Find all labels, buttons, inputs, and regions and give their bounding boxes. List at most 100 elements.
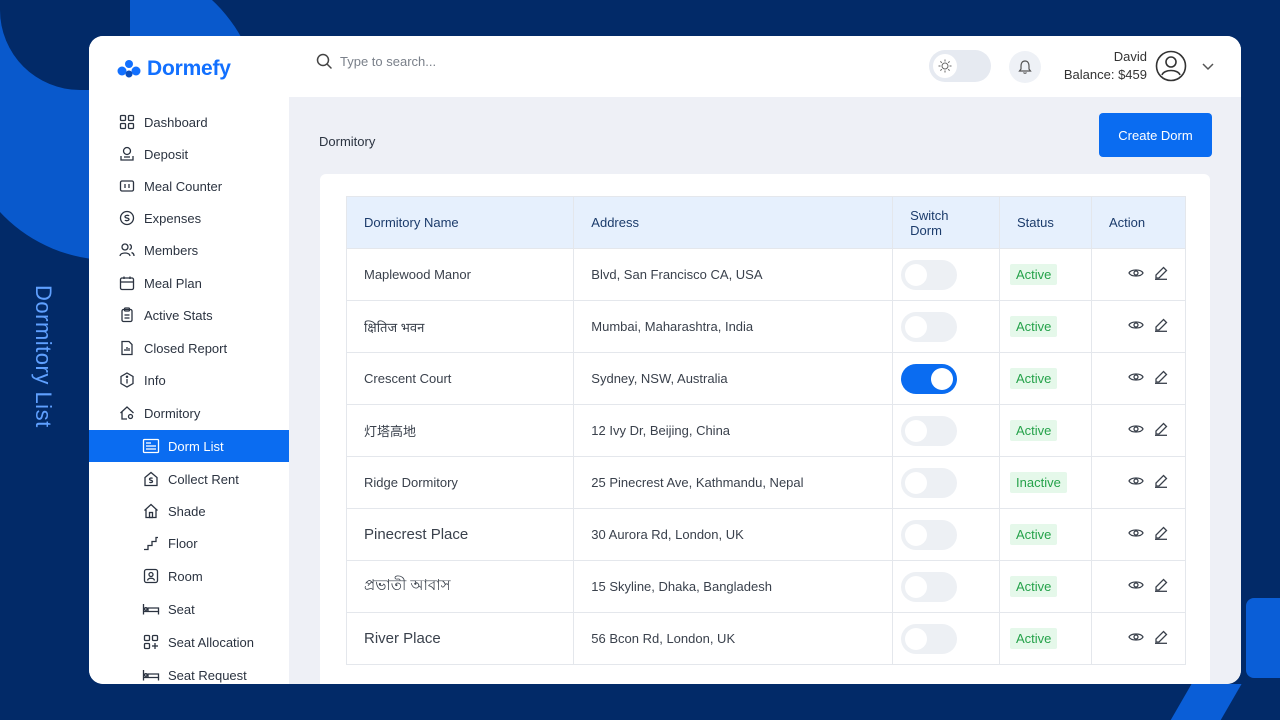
table-row: 灯塔高地 12 Ivy Dr, Beijing, China Active: [345, 404, 1187, 457]
deposit-icon: [118, 145, 136, 163]
sidebar-item-label: Members: [144, 242, 199, 258]
column-header[interactable]: Address: [573, 196, 894, 249]
sidebar-item-label: Shade: [168, 503, 206, 519]
switch-dorm-toggle[interactable]: [901, 467, 958, 498]
dorm-name-cell: 灯塔高地: [345, 404, 575, 457]
column-header[interactable]: Action: [1090, 196, 1187, 249]
column-header[interactable]: Switch Dorm: [892, 196, 1001, 249]
chevron-down-icon[interactable]: [1201, 60, 1215, 72]
status-cell: Active: [999, 248, 1092, 301]
address-cell: 30 Aurora Rd, London, UK: [573, 508, 894, 561]
view-icon[interactable]: [1128, 267, 1144, 282]
members-icon: [118, 241, 136, 259]
create-dorm-button[interactable]: Create Dorm: [1099, 113, 1212, 157]
sidebar-item-label: Expenses: [144, 210, 202, 226]
bed-icon: [142, 600, 160, 618]
edit-icon[interactable]: [1154, 370, 1168, 387]
sidebar-item-info[interactable]: Info: [89, 364, 289, 396]
edit-icon[interactable]: [1154, 630, 1168, 647]
dorm-table-card: Dormitory Name Address Switch Dorm Statu…: [320, 174, 1210, 684]
sidebar-item-seat-allocation[interactable]: Seat Allocation: [89, 626, 289, 658]
sidebar-item-dorm-list[interactable]: Dorm List: [89, 430, 289, 462]
rent-icon: [142, 470, 160, 488]
view-icon[interactable]: [1128, 475, 1144, 490]
stairs-icon: [142, 534, 160, 552]
sidebar-item-collect-rent[interactable]: Collect Rent: [89, 463, 289, 495]
app-window: Dormefy Type to search... David Balance:…: [89, 36, 1241, 684]
clipboard-icon: [118, 306, 136, 324]
view-icon[interactable]: [1128, 579, 1144, 594]
edit-icon[interactable]: [1154, 266, 1168, 283]
report-icon: [118, 339, 136, 357]
sidebar-item-members[interactable]: Members: [89, 234, 289, 266]
address-cell: 56 Bcon Rd, London, UK: [573, 612, 894, 665]
switch-dorm-toggle[interactable]: [901, 363, 958, 394]
switch-dorm-toggle[interactable]: [901, 571, 958, 602]
toggle-knob: [905, 263, 928, 286]
search-bar[interactable]: [316, 53, 540, 69]
switch-dorm-toggle[interactable]: [901, 259, 958, 290]
sidebar-item-dashboard[interactable]: Dashboard: [89, 106, 289, 138]
theme-toggle[interactable]: [929, 50, 991, 82]
edit-icon[interactable]: [1154, 474, 1168, 491]
view-icon[interactable]: [1128, 319, 1144, 334]
sidebar-item-label: Room: [168, 568, 203, 584]
status-cell: Active: [999, 300, 1092, 353]
view-icon[interactable]: [1128, 371, 1144, 386]
sidebar-item-floor[interactable]: Floor: [89, 527, 289, 559]
status-cell: Active: [999, 612, 1092, 665]
sidebar-item-shade[interactable]: Shade: [89, 495, 289, 527]
action-cell: [1090, 508, 1187, 561]
sidebar-item-room[interactable]: Room: [89, 560, 289, 592]
sidebar-item-seat-request[interactable]: Seat Request: [89, 659, 289, 684]
logo[interactable]: Dormefy: [117, 57, 231, 81]
sidebar-item-closed-report[interactable]: Closed Report: [89, 332, 289, 364]
bell-icon: [1018, 60, 1032, 74]
edit-icon[interactable]: [1154, 526, 1168, 543]
edit-icon[interactable]: [1154, 318, 1168, 335]
view-icon[interactable]: [1128, 527, 1144, 542]
view-icon[interactable]: [1128, 423, 1144, 438]
sidebar-item-label: Floor: [168, 535, 198, 551]
status-badge: Inactive: [1010, 472, 1067, 493]
edit-icon[interactable]: [1154, 422, 1168, 439]
sidebar-item-active-stats[interactable]: Active Stats: [89, 299, 289, 331]
column-header[interactable]: Dormitory Name: [345, 196, 575, 249]
counter-icon: [118, 177, 136, 195]
sidebar-item-expenses[interactable]: Expenses: [89, 202, 289, 234]
user-info[interactable]: David Balance: $459: [1049, 48, 1147, 84]
page-caption: Dormitory List: [31, 285, 56, 428]
search-input[interactable]: [340, 53, 540, 69]
switch-dorm-toggle[interactable]: [901, 311, 958, 342]
dorm-table: Dormitory Name Address Switch Dorm Statu…: [345, 196, 1187, 665]
status-cell: Active: [999, 508, 1092, 561]
switch-dorm-toggle[interactable]: [901, 519, 958, 550]
grid-icon: [118, 113, 136, 131]
avatar-icon[interactable]: [1155, 50, 1187, 82]
switch-cell: [892, 300, 1001, 353]
switch-dorm-toggle[interactable]: [901, 415, 958, 446]
address-cell: Mumbai, Maharashtra, India: [573, 300, 894, 353]
sidebar-item-label: Dormitory: [144, 405, 201, 421]
switch-cell: [892, 248, 1001, 301]
sidebar-item-seat[interactable]: Seat: [89, 593, 289, 625]
address-cell: 15 Skyline, Dhaka, Bangladesh: [573, 560, 894, 613]
action-cell: [1090, 560, 1187, 613]
notification-button[interactable]: [1009, 51, 1041, 83]
status-badge: Active: [1010, 524, 1058, 545]
sidebar-item-dormitory[interactable]: Dormitory: [89, 397, 289, 429]
sidebar-item-meal-counter[interactable]: Meal Counter: [89, 170, 289, 202]
address-cell: Sydney, NSW, Australia: [573, 352, 894, 405]
house-icon: [142, 502, 160, 520]
sidebar-item-meal-plan[interactable]: Meal Plan: [89, 267, 289, 299]
edit-icon[interactable]: [1154, 578, 1168, 595]
table-row: River Place 56 Bcon Rd, London, UK Active: [345, 612, 1187, 665]
switch-dorm-toggle[interactable]: [901, 623, 958, 654]
column-header[interactable]: Status: [999, 196, 1092, 249]
sidebar-item-deposit[interactable]: Deposit: [89, 138, 289, 170]
toggle-knob: [905, 419, 928, 442]
status-badge: Active: [1010, 264, 1058, 285]
table-row: প্রভাতী আবাস 15 Skyline, Dhaka, Banglades…: [345, 560, 1187, 613]
address-cell: Blvd, San Francisco CA, USA: [573, 248, 894, 301]
view-icon[interactable]: [1128, 631, 1144, 646]
